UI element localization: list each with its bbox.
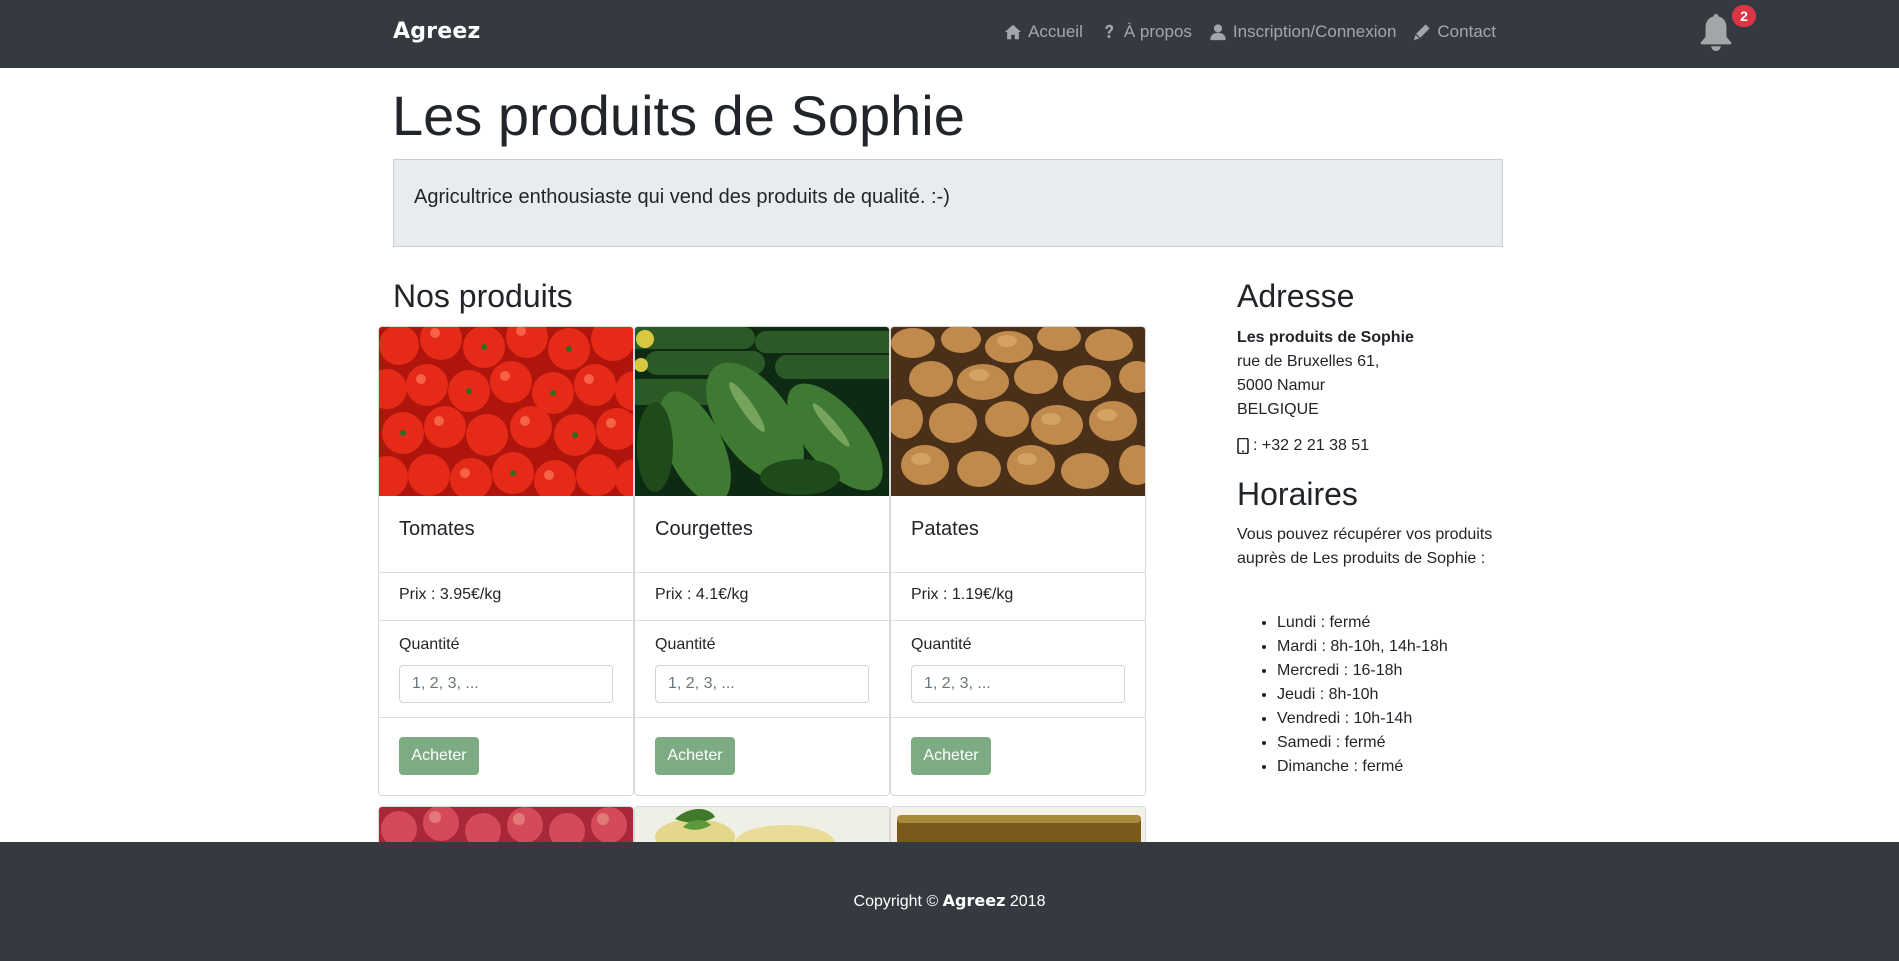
nav-link-label: Contact [1437,22,1496,41]
product-card-peek [634,806,890,846]
notification-count-badge: 2 [1732,5,1756,27]
divider [379,620,633,621]
quantity-label: Quantité [655,636,716,653]
quantity-input[interactable] [399,665,613,703]
divider [379,717,633,718]
products-heading: Nos produits [393,278,573,314]
hours-intro: Vous pouvez récupérer vos produits auprè… [1237,526,1493,567]
hours-item: Mardi : 8h-10h, 14h-18h [1277,635,1448,659]
hours-item: Lundi : fermé [1277,611,1448,635]
buy-button[interactable]: Acheter [655,737,735,775]
seller-description: Agricultrice enthousiaste qui vend des p… [414,186,950,208]
brand-logo[interactable]: Agreez [393,19,480,44]
divider [891,717,1145,718]
nav-link-a-propos[interactable]: À propos [1100,22,1192,42]
hours-item: Jeudi : 8h-10h [1277,683,1448,707]
product-price: Prix : 4.1€/kg [655,586,749,603]
product-image-zucchini [635,327,889,496]
copyright-year: 2018 [1005,893,1046,910]
footer: Copyright © Agreez 2018 [0,842,1899,961]
divider [635,572,889,573]
hours-item: Dimanche : fermé [1277,755,1448,779]
copyright-text: Copyright © Agreez 2018 [0,891,1899,911]
notifications-bell[interactable] [1697,12,1737,52]
hours-item: Vendredi : 10h-14h [1277,707,1448,731]
pen-icon [1414,24,1431,41]
address-block: Les produits de Sophie rue de Bruxelles … [1237,326,1414,422]
address-name: Les produits de Sophie [1237,329,1414,346]
product-image-potatoes [891,327,1145,496]
product-price: Prix : 1.19€/kg [911,586,1014,603]
address-street: rue de Bruxelles 61, [1237,353,1380,370]
bell-icon [1700,13,1732,51]
hours-item: Mercredi : 16-18h [1277,659,1448,683]
hours-heading: Horaires [1237,476,1358,512]
nav-links: Accueil À propos Inscription/Connexion C… [1004,22,1496,42]
address-country: BELGIQUE [1237,401,1319,418]
home-icon [1004,24,1022,40]
nav-link-contact[interactable]: Contact [1413,22,1496,42]
buy-button[interactable]: Acheter [399,737,479,775]
navbar: Agreez Accueil À propos Inscription/Conn… [0,0,1899,68]
nav-link-label: À propos [1123,22,1192,41]
divider [635,620,889,621]
address-heading: Adresse [1237,278,1355,314]
divider [891,572,1145,573]
quantity-input[interactable] [911,665,1125,703]
divider [379,572,633,573]
description-box: Agricultrice enthousiaste qui vend des p… [393,159,1503,247]
product-card-peek [378,806,634,846]
user-icon [1210,24,1226,41]
address-city: 5000 Namur [1237,377,1326,394]
product-name: Tomates [399,518,475,540]
quantity-input[interactable] [655,665,869,703]
product-price: Prix : 3.95€/kg [399,586,502,603]
phone-number: : +32 2 21 38 51 [1253,437,1370,454]
divider [891,620,1145,621]
product-image-apples [379,807,633,845]
product-image-lemons [635,807,889,845]
footer-brand: Agreez [942,891,1006,910]
buy-button[interactable]: Acheter [911,737,991,775]
divider [635,717,889,718]
product-image-honey-jar [891,807,1145,845]
nav-link-label: Inscription/Connexion [1232,22,1397,41]
product-name: Courgettes [655,518,753,540]
copyright-prefix: Copyright © [853,893,943,910]
mobile-phone-icon [1237,438,1249,454]
nav-link-inscription[interactable]: Inscription/Connexion [1209,22,1396,42]
product-card-tomates: Tomates Prix : 3.95€/kg Quantité Acheter [378,326,634,796]
nav-link-label: Accueil [1028,22,1083,41]
quantity-label: Quantité [911,636,972,653]
product-card-courgettes: Courgettes Prix : 4.1€/kg Quantité Achet… [634,326,890,796]
product-card-peek [890,806,1146,846]
question-icon [1105,24,1114,38]
product-card-patates: Patates Prix : 1.19€/kg Quantité Acheter [890,326,1146,796]
product-image-tomatoes [379,327,633,496]
phone-line: : +32 2 21 38 51 [1237,437,1369,455]
product-name: Patates [911,518,979,540]
hours-item: Samedi : fermé [1277,731,1448,755]
hours-list: Lundi : fermé Mardi : 8h-10h, 14h-18h Me… [1277,611,1448,779]
nav-link-accueil[interactable]: Accueil [1004,22,1083,42]
page-title: Les produits de Sophie [392,84,965,147]
quantity-label: Quantité [399,636,460,653]
